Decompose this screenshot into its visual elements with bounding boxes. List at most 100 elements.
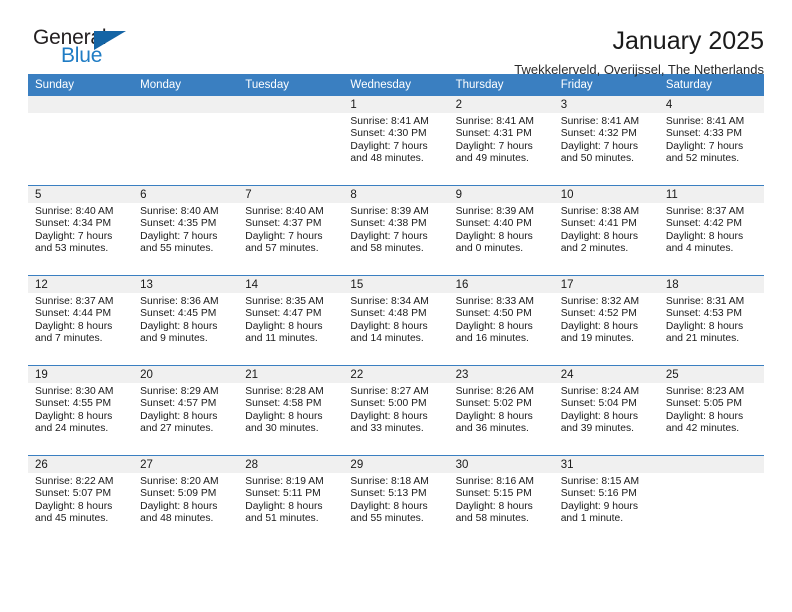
calendar-day-cell[interactable]: 24 Sunrise: 8:24 AM Sunset: 5:04 PM Dayligh… [553,365,659,456]
day-details: Sunrise: 8:31 AM Sunset: 4:53 PM Daylight:… [659,293,764,346]
day-daylight-line1-text: Daylight: 8 hours [455,230,533,242]
day-daylight-line1-text: Daylight: 8 hours [455,410,533,422]
day-number [133,96,239,113]
day-details: Sunrise: 8:30 AM Sunset: 4:55 PM Daylight:… [28,383,133,436]
day-daylight-line2-text: and 14 minutes. [350,333,424,345]
day-daylight-line2-text: and 11 minutes. [245,333,318,345]
day-sunrise-text: Sunrise: 8:36 AM [140,296,219,307]
calendar-day-cell[interactable]: 20 Sunrise: 8:29 AM Sunset: 4:57 PM Dayligh… [133,365,239,456]
calendar-day-cell[interactable]: 4 Sunrise: 8:41 AM Sunset: 4:33 PM Daylight… [658,96,764,186]
day-details: Sunrise: 8:33 AM Sunset: 4:50 PM Daylight:… [449,293,554,346]
day-number: 21 [238,366,344,383]
general-blue-logo[interactable]: General Blue [28,26,158,78]
day-details: Sunrise: 8:24 AM Sunset: 5:04 PM Daylight:… [554,383,659,436]
day-number: 2 [448,96,554,113]
day-sunset-text: Sunset: 4:44 PM [35,308,112,320]
day-sunset-text: Sunset: 5:15 PM [455,488,532,500]
calendar-day-cell[interactable]: 15 Sunrise: 8:34 AM Sunset: 4:48 PM Dayligh… [343,275,449,366]
day-daylight-line2-text: and 50 minutes. [560,153,634,165]
day-details: Sunrise: 8:28 AM Sunset: 4:58 PM Daylight:… [238,383,343,436]
day-daylight-line2-text: and 4 minutes. [665,243,734,255]
day-daylight-line2-text: and 51 minutes. [245,513,319,525]
calendar-day-cell[interactable]: 17 Sunrise: 8:32 AM Sunset: 4:52 PM Dayligh… [553,275,659,366]
day-sunrise-text: Sunrise: 8:26 AM [455,386,534,397]
day-sunrise-text: Sunrise: 8:37 AM [665,206,745,217]
day-sunset-text: Sunset: 4:42 PM [665,218,742,230]
day-number: 31 [553,456,659,473]
calendar-day-cell[interactable]: 14 Sunrise: 8:35 AM Sunset: 4:47 PM Dayligh… [238,275,344,366]
day-sunset-text: Sunset: 5:09 PM [140,488,217,500]
day-sunset-text: Sunset: 4:34 PM [35,218,112,230]
day-sunrise-text: Sunrise: 8:31 AM [665,296,745,307]
calendar-day-cell[interactable]: 23 Sunrise: 8:26 AM Sunset: 5:02 PM Dayligh… [448,365,554,456]
day-daylight-line2-text: and 7 minutes. [35,333,103,345]
calendar-day-cell[interactable]: 3 Sunrise: 8:41 AM Sunset: 4:32 PM Daylight… [553,96,659,186]
day-number: 22 [343,366,449,383]
day-number: 9 [448,186,554,203]
day-daylight-line1-text: Daylight: 8 hours [245,320,323,332]
calendar-day-cell[interactable]: 7 Sunrise: 8:40 AM Sunset: 4:37 PM Daylight… [238,185,344,276]
day-sunset-text: Sunset: 4:47 PM [245,308,322,320]
day-number: 24 [553,366,659,383]
day-number: 20 [133,366,239,383]
day-number: 19 [28,366,134,383]
calendar-day-cell[interactable]: 18 Sunrise: 8:31 AM Sunset: 4:53 PM Dayligh… [658,275,764,366]
day-daylight-line2-text: and 58 minutes. [350,243,424,255]
day-sunrise-text: Sunrise: 8:39 AM [350,206,429,217]
day-details: Sunrise: 8:22 AM Sunset: 5:07 PM Daylight:… [28,473,133,526]
calendar-day-cell[interactable]: 13 Sunrise: 8:36 AM Sunset: 4:45 PM Dayligh… [133,275,239,366]
calendar-day-cell[interactable]: 21 Sunrise: 8:28 AM Sunset: 4:58 PM Dayligh… [238,365,344,456]
calendar-day-cell[interactable]: 1 Sunrise: 8:41 AM Sunset: 4:30 PM Daylight… [343,96,449,186]
calendar-day-cell[interactable]: 16 Sunrise: 8:33 AM Sunset: 4:50 PM Dayligh… [448,275,554,366]
calendar-week-row: 26 Sunrise: 8:22 AM Sunset: 5:07 PM Dayligh… [28,455,764,545]
calendar-day-cell[interactable]: 5 Sunrise: 8:40 AM Sunset: 4:34 PM Daylight… [28,185,134,276]
day-sunset-text: Sunset: 5:00 PM [350,398,427,410]
day-sunset-text: Sunset: 5:11 PM [245,488,321,500]
day-details: Sunrise: 8:26 AM Sunset: 5:02 PM Daylight:… [449,383,554,436]
calendar-day-cell[interactable]: 27 Sunrise: 8:20 AM Sunset: 5:09 PM Dayligh… [133,455,239,545]
calendar-day-cell[interactable]: 28 Sunrise: 8:19 AM Sunset: 5:11 PM Dayligh… [238,455,344,545]
day-daylight-line1-text: Daylight: 8 hours [455,500,533,512]
day-sunset-text: Sunset: 4:55 PM [35,398,112,410]
day-sunrise-text: Sunrise: 8:41 AM [560,116,640,127]
calendar-day-cell[interactable]: 22 Sunrise: 8:27 AM Sunset: 5:00 PM Dayligh… [343,365,449,456]
month-calendar-table: Sunday Monday Tuesday Wednesday Thursday… [28,74,764,545]
day-daylight-line1-text: Daylight: 8 hours [665,320,744,332]
calendar-day-cell[interactable]: 31 Sunrise: 8:15 AM Sunset: 5:16 PM Dayligh… [553,455,659,545]
day-sunset-text: Sunset: 5:05 PM [665,398,742,410]
day-daylight-line2-text: and 24 minutes. [35,423,109,435]
day-daylight-line2-text: and 16 minutes. [455,333,529,345]
day-daylight-line2-text: and 45 minutes. [35,513,109,525]
calendar-day-cell-empty [133,96,239,186]
calendar-week-row: 19 Sunrise: 8:30 AM Sunset: 4:55 PM Dayligh… [28,365,764,456]
day-sunset-text: Sunset: 4:48 PM [350,308,427,320]
calendar-day-cell[interactable]: 9 Sunrise: 8:39 AM Sunset: 4:40 PM Daylight… [448,185,554,276]
day-daylight-line1-text: Daylight: 8 hours [140,320,218,332]
day-number: 17 [553,276,659,293]
day-number: 23 [448,366,554,383]
day-daylight-line1-text: Daylight: 8 hours [350,410,428,422]
day-sunrise-text: Sunrise: 8:41 AM [350,116,429,127]
calendar-day-cell[interactable]: 8 Sunrise: 8:39 AM Sunset: 4:38 PM Daylight… [343,185,449,276]
calendar-body: 1 Sunrise: 8:41 AM Sunset: 4:30 PM Daylight… [28,96,764,545]
calendar-day-cell[interactable]: 12 Sunrise: 8:37 AM Sunset: 4:44 PM Dayligh… [28,275,134,366]
calendar-day-cell[interactable]: 26 Sunrise: 8:22 AM Sunset: 5:07 PM Dayligh… [28,455,134,545]
day-details: Sunrise: 8:35 AM Sunset: 4:47 PM Daylight:… [238,293,343,346]
day-details: Sunrise: 8:39 AM Sunset: 4:40 PM Daylight:… [449,203,554,256]
calendar-day-cell[interactable]: 10 Sunrise: 8:38 AM Sunset: 4:41 PM Dayligh… [553,185,659,276]
calendar-day-cell[interactable]: 29 Sunrise: 8:18 AM Sunset: 5:13 PM Dayligh… [343,455,449,545]
calendar-day-cell[interactable]: 19 Sunrise: 8:30 AM Sunset: 4:55 PM Dayligh… [28,365,134,456]
calendar-day-cell[interactable]: 6 Sunrise: 8:40 AM Sunset: 4:35 PM Daylight… [133,185,239,276]
calendar-day-cell[interactable]: 2 Sunrise: 8:41 AM Sunset: 4:31 PM Daylight… [448,96,554,186]
day-sunrise-text: Sunrise: 8:24 AM [560,386,640,397]
calendar-day-cell[interactable]: 25 Sunrise: 8:23 AM Sunset: 5:05 PM Dayligh… [658,365,764,456]
day-daylight-line2-text: and 55 minutes. [350,513,424,525]
day-details [238,113,343,116]
calendar-day-cell[interactable]: 30 Sunrise: 8:16 AM Sunset: 5:15 PM Dayligh… [448,455,554,545]
calendar-day-cell[interactable]: 11 Sunrise: 8:37 AM Sunset: 4:42 PM Dayligh… [658,185,764,276]
day-sunrise-text: Sunrise: 8:34 AM [350,296,429,307]
day-daylight-line1-text: Daylight: 8 hours [665,410,744,422]
day-details: Sunrise: 8:40 AM Sunset: 4:35 PM Daylight:… [133,203,238,256]
day-daylight-line1-text: Daylight: 8 hours [35,410,113,422]
day-daylight-line2-text: and 33 minutes. [350,423,424,435]
